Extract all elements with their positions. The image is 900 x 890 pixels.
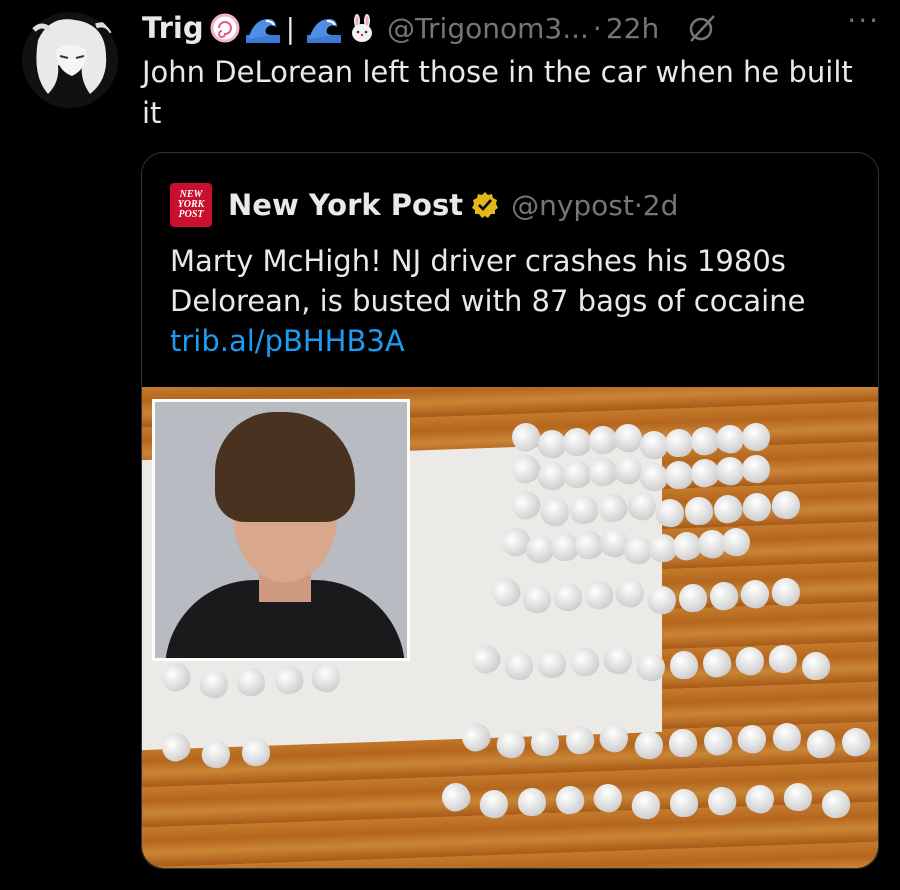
bag — [669, 650, 699, 680]
quote-display-name[interactable]: New York Post — [228, 188, 463, 222]
quote-body: Marty McHigh! NJ driver crashes his 1980… — [170, 244, 806, 318]
bag — [537, 649, 567, 679]
dot-separator: · — [592, 11, 602, 45]
quote-dot-separator: · — [633, 188, 643, 222]
quoted-tweet-card[interactable]: NEW YORK POST New York Post @nypost · 2d… — [141, 152, 879, 869]
pipe-separator: | — [285, 11, 296, 45]
bag — [241, 737, 271, 767]
quote-text: Marty McHigh! NJ driver crashes his 1980… — [170, 241, 860, 361]
quote-media-image[interactable] — [142, 387, 878, 868]
display-name[interactable]: Trig — [142, 11, 204, 45]
quote-timestamp[interactable]: 2d — [643, 189, 679, 222]
quote-header: NEW YORK POST New York Post @nypost · 2d — [170, 183, 678, 227]
mugshot-inset — [152, 399, 410, 661]
wave-emoji-icon — [307, 13, 342, 43]
fishcake-emoji-icon — [210, 13, 240, 43]
more-options-icon[interactable]: ··· — [847, 4, 880, 37]
bag — [530, 727, 560, 757]
user-handle[interactable]: @Trigonom3... — [387, 12, 589, 45]
wave-emoji-icon — [245, 13, 280, 43]
rabbit-emoji-icon — [347, 13, 377, 43]
quote-handle[interactable]: @nypost — [511, 189, 634, 222]
nypost-logo[interactable]: NEW YORK POST — [170, 183, 212, 227]
bag — [677, 583, 708, 613]
user-avatar[interactable] — [20, 10, 120, 110]
bag — [669, 788, 699, 818]
tweet-text: John DeLorean left those in the car when… — [142, 55, 853, 130]
bag — [569, 495, 599, 525]
timestamp[interactable]: 22h — [606, 12, 659, 45]
bag — [553, 582, 583, 612]
tweet-header: Trig | @Trigonom3... · 22h — [142, 8, 882, 48]
bag — [236, 667, 266, 697]
quote-link[interactable]: trib.al/pBHHB3A — [170, 324, 405, 358]
bag — [562, 459, 592, 489]
avatar-illustration — [22, 12, 118, 108]
bag — [517, 787, 547, 817]
grok-icon[interactable] — [687, 13, 717, 43]
verified-badge-icon — [471, 191, 499, 219]
bag — [562, 427, 592, 457]
